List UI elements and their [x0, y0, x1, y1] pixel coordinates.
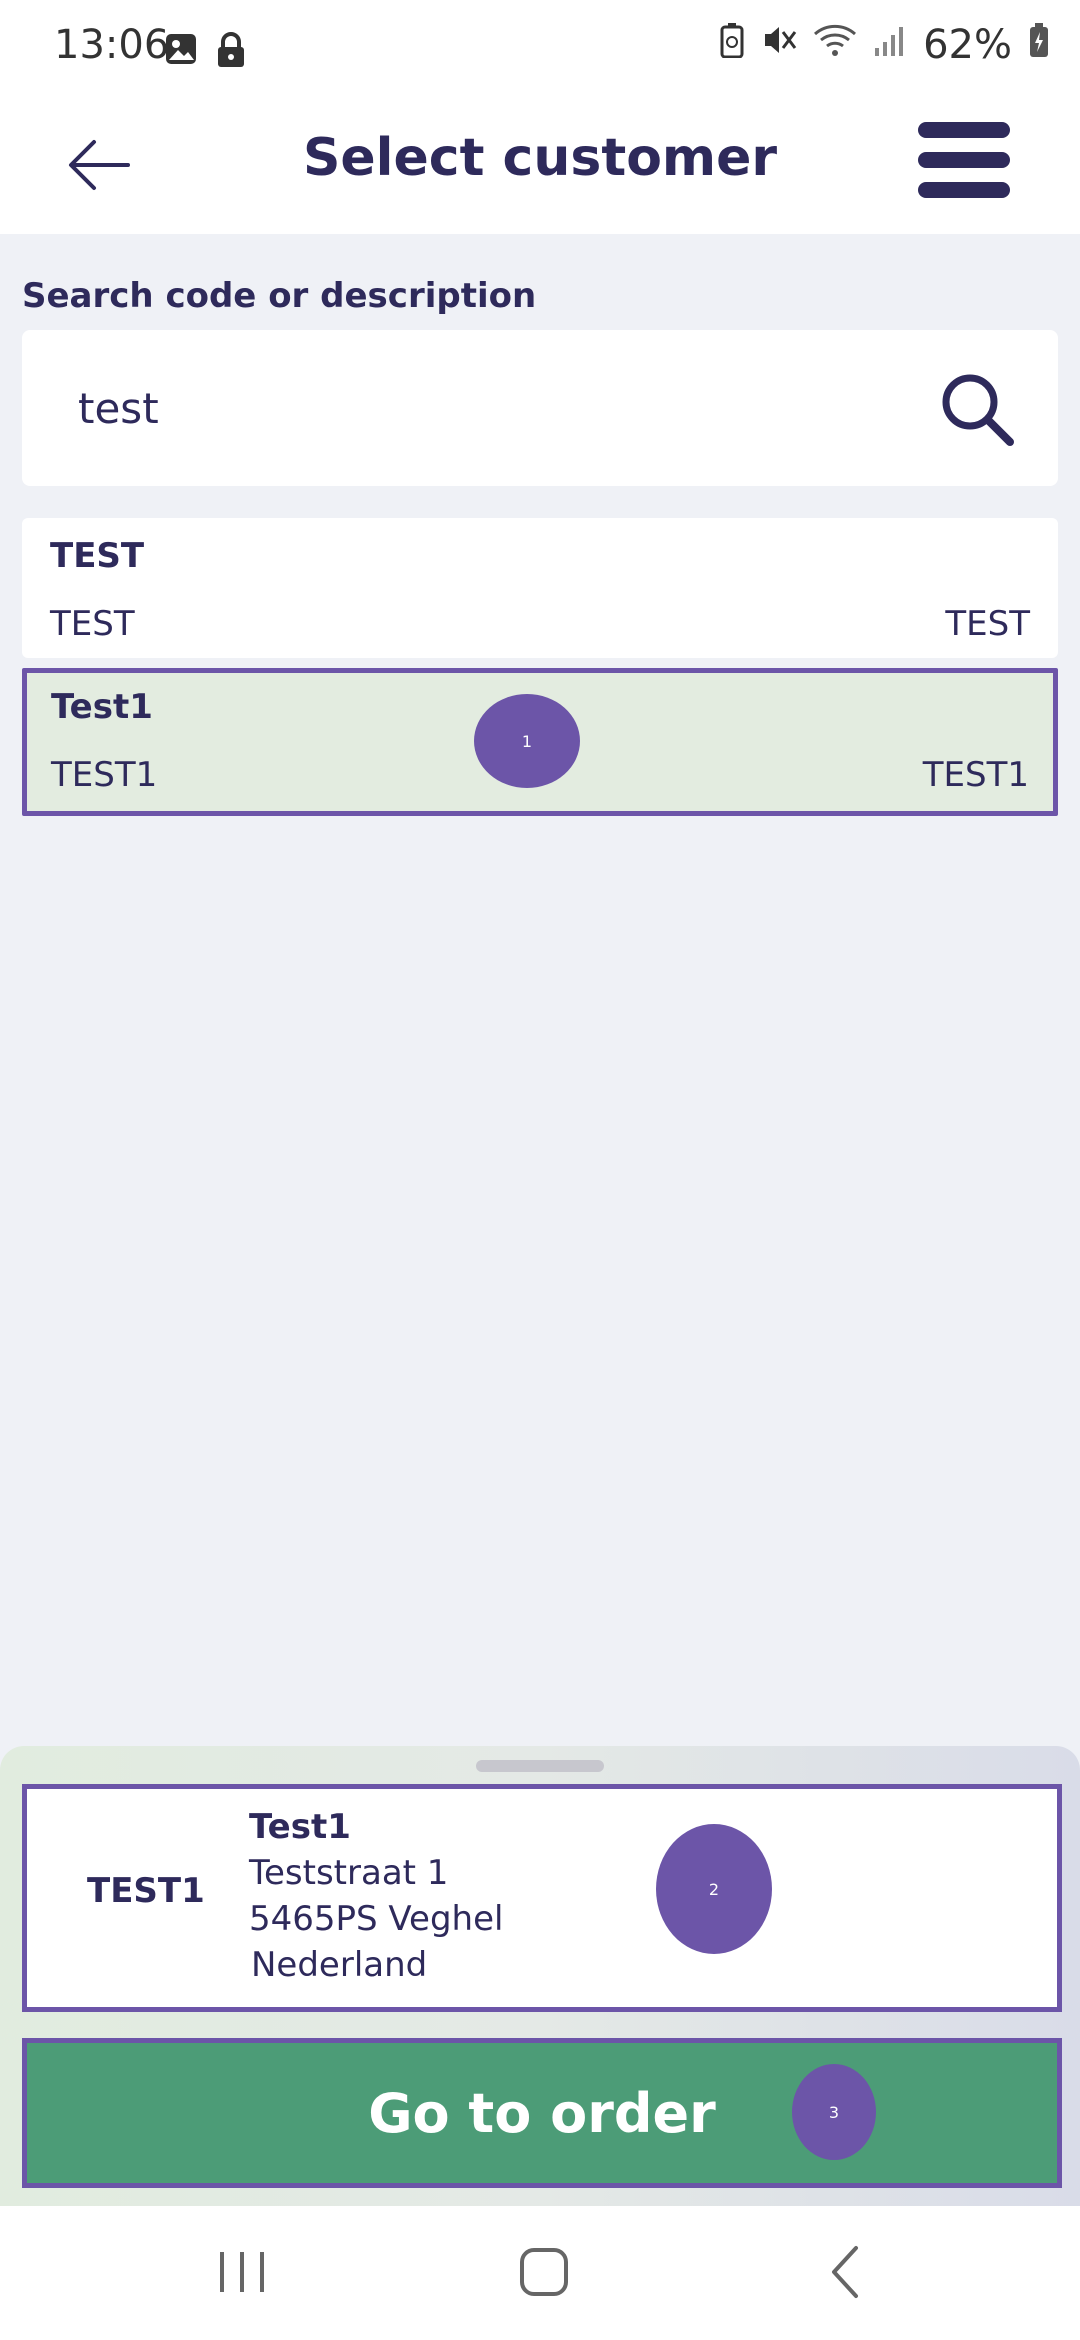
home-icon — [520, 2248, 568, 2296]
selected-customer-card[interactable]: TEST1 Test1 Teststraat 1 5465PS Veghel N… — [22, 1784, 1062, 2012]
system-back-button[interactable] — [806, 2242, 886, 2302]
customer-item-code: TEST — [50, 604, 135, 644]
image-icon — [164, 32, 198, 72]
status-bar: 13:06 62% — [0, 0, 1080, 100]
step-marker-1: 1 — [474, 694, 580, 788]
customer-country: Nederland — [251, 1945, 428, 1985]
customer-item-value: TEST — [945, 604, 1030, 644]
customer-item-value: TEST1 — [922, 755, 1029, 795]
sheet-drag-handle[interactable] — [476, 1760, 604, 1772]
recent-apps-button[interactable] — [202, 2242, 282, 2302]
search-button[interactable] — [938, 370, 1018, 450]
customer-list-item[interactable]: TEST TEST TEST — [22, 518, 1058, 658]
search-icon — [942, 374, 1014, 446]
wifi-icon — [813, 22, 857, 68]
status-system-icons: 62% — [719, 22, 1050, 68]
signal-icon — [873, 22, 907, 68]
go-to-order-button[interactable]: Go to order — [22, 2038, 1062, 2188]
battery-percent: 62% — [923, 22, 1012, 68]
search-label: Search code or description — [22, 276, 537, 316]
customer-item-title: Test1 — [51, 687, 153, 727]
customer-item-title: TEST — [50, 536, 145, 576]
recent-apps-icon — [220, 2252, 264, 2292]
battery-saver-icon — [719, 22, 745, 68]
app-header: Select customer — [0, 100, 1080, 234]
status-time: 13:06 — [54, 22, 170, 68]
customer-code: TEST1 — [87, 1871, 205, 1911]
status-notification-icons — [164, 32, 246, 72]
home-button[interactable] — [504, 2242, 584, 2302]
search-box — [22, 330, 1058, 486]
lock-icon — [216, 32, 246, 72]
chevron-left-icon — [832, 2246, 858, 2298]
step-marker-2: 2 — [656, 1824, 772, 1954]
mute-icon — [761, 22, 797, 68]
menu-button[interactable] — [918, 122, 1010, 198]
customer-name: Test1 — [249, 1807, 351, 1847]
search-input[interactable] — [76, 370, 880, 446]
customer-street: Teststraat 1 — [249, 1853, 449, 1893]
bottom-sheet: TEST1 Test1 Teststraat 1 5465PS Veghel N… — [0, 1746, 1080, 2206]
customer-item-code: TEST1 — [51, 755, 158, 795]
step-marker-3: 3 — [792, 2064, 876, 2160]
system-nav-bar — [0, 2206, 1080, 2340]
battery-charging-icon — [1028, 22, 1050, 68]
customer-city: 5465PS Veghel — [249, 1899, 504, 1939]
